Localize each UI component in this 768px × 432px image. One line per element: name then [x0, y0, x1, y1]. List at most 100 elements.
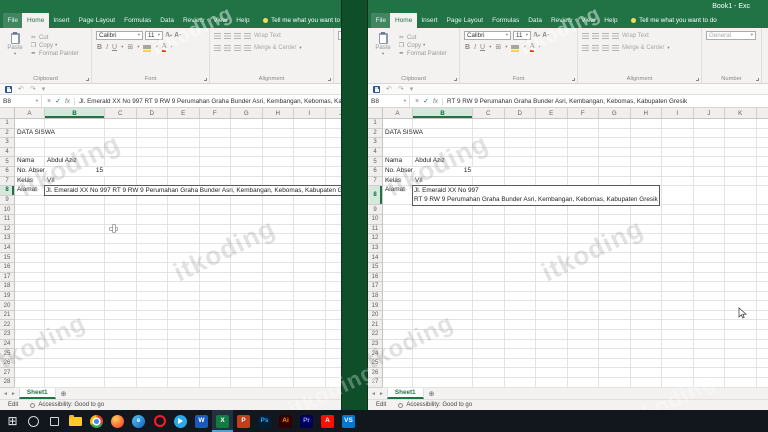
align-left-icon[interactable]	[214, 45, 221, 51]
row-header-2[interactable]: 2	[0, 129, 14, 139]
taskbar-button-illustrator[interactable]: Ai	[275, 410, 296, 432]
number-format-select[interactable]: General ▾	[338, 31, 341, 40]
align-top-icon[interactable]	[214, 33, 221, 39]
column-header-E[interactable]: E	[168, 108, 200, 118]
sheet-tab[interactable]: Sheet1	[18, 388, 56, 399]
row-header-21[interactable]: 21	[368, 320, 382, 331]
redo-icon[interactable]: ↷	[398, 86, 404, 93]
ribbon-tab-data[interactable]: Data	[156, 13, 179, 28]
row-header-14[interactable]: 14	[368, 253, 382, 263]
cell-A7[interactable]: Kelas	[15, 176, 33, 186]
row-header-7[interactable]: 7	[368, 177, 382, 187]
enter-icon[interactable]: ✓	[421, 97, 431, 105]
redo-icon[interactable]: ↷	[30, 86, 36, 93]
column-header-A[interactable]: A	[15, 108, 45, 118]
row-header-10[interactable]: 10	[0, 205, 14, 215]
taskbar-button-vscode[interactable]: VS	[338, 410, 359, 432]
column-header-G[interactable]: G	[599, 108, 631, 118]
row-header-19[interactable]: 19	[368, 301, 382, 311]
taskbar-button-powerpoint[interactable]: P	[233, 410, 254, 432]
taskbar-button-search[interactable]	[23, 410, 44, 432]
taskbar-button-task-view[interactable]	[44, 410, 65, 432]
ribbon-tab-view[interactable]: View	[577, 13, 600, 28]
copy-button[interactable]: ❐ Copy ▾	[398, 42, 447, 50]
ribbon-tab-insert[interactable]: Insert	[417, 13, 442, 28]
row-header-8[interactable]: 8	[0, 186, 14, 196]
wrap-text-label[interactable]: Wrap Text	[622, 33, 649, 39]
row-header-20[interactable]: 20	[368, 311, 382, 321]
row-header-18[interactable]: 18	[0, 282, 14, 292]
taskbar-button-start[interactable]: ⊞	[2, 410, 23, 432]
column-header-H[interactable]: H	[263, 108, 294, 118]
cell-A6[interactable]: No. Absen	[383, 167, 415, 176]
cell-B5[interactable]: Abdul Aziz	[45, 157, 77, 166]
row-header-16[interactable]: 16	[0, 263, 14, 273]
ribbon-tab-home[interactable]: Home	[390, 13, 417, 28]
ribbon-tab-review[interactable]: Review	[546, 13, 576, 28]
cell-B7[interactable]: VII	[413, 176, 423, 186]
row-header-27[interactable]: 27	[368, 378, 382, 388]
cell-A8[interactable]: Alamat	[15, 186, 37, 195]
row-header-15[interactable]: 15	[0, 253, 14, 263]
taskbar-button-premiere[interactable]: Pr	[296, 410, 317, 432]
cell-A2[interactable]: DATA SISWA	[15, 128, 55, 138]
row-header-11[interactable]: 11	[368, 225, 382, 235]
taskbar-button-telegram[interactable]	[170, 410, 191, 432]
cell-A5[interactable]: Nama	[15, 157, 35, 166]
taskbar-button-file-explorer[interactable]	[65, 410, 86, 432]
ribbon-tab-insert[interactable]: Insert	[49, 13, 74, 28]
sheet-nav-left-icon[interactable]: ◄	[3, 391, 8, 397]
row-header-23[interactable]: 23	[368, 340, 382, 350]
dialog-launcher-icon[interactable]	[756, 78, 759, 81]
row-header-8[interactable]: 8	[368, 186, 382, 206]
insert-function-icon[interactable]: fx	[431, 97, 444, 105]
align-right-icon[interactable]	[602, 45, 609, 51]
column-header-H[interactable]: H	[631, 108, 662, 118]
sheet-tab[interactable]: Sheet1	[386, 388, 424, 399]
column-header-A[interactable]: A	[383, 108, 413, 118]
font-size-select[interactable]: 11 ▾	[513, 31, 531, 40]
row-header-26[interactable]: 26	[0, 359, 14, 369]
cut-button[interactable]: ✂ Cut	[398, 34, 447, 42]
enter-icon[interactable]: ✓	[53, 97, 63, 105]
cell-A6[interactable]: No. Absen	[15, 167, 47, 176]
ribbon-tab-help[interactable]: Help	[600, 13, 622, 28]
formula-input[interactable]: Jl. Emerald XX No 997 RT 9 RW 9 Perumaha…	[75, 98, 341, 105]
cell-B6[interactable]: 15	[413, 167, 473, 176]
sheet-nav-left-icon[interactable]: ◄	[371, 391, 376, 397]
wrap-text-icon[interactable]	[244, 33, 251, 39]
taskbar-button-acrobat[interactable]: A	[317, 410, 338, 432]
ribbon-tab-file[interactable]: File	[3, 13, 23, 28]
copy-button[interactable]: ❐ Copy ▾	[30, 42, 79, 50]
cell-A8[interactable]: Alamat	[383, 186, 405, 195]
row-header-14[interactable]: 14	[0, 244, 14, 254]
qat-customize-icon[interactable]: ▾	[410, 86, 414, 93]
row-header-18[interactable]: 18	[368, 292, 382, 302]
row-header-27[interactable]: 27	[0, 368, 14, 379]
row-header-25[interactable]: 25	[0, 349, 14, 359]
ribbon-tab-data[interactable]: Data	[524, 13, 547, 28]
row-header-15[interactable]: 15	[368, 263, 382, 273]
underline-button[interactable]: U	[480, 44, 485, 52]
italic-button[interactable]: I	[474, 44, 476, 52]
select-all-corner[interactable]	[368, 108, 383, 118]
merge-center-icon[interactable]	[244, 45, 251, 51]
cell-edit-box[interactable]: Jl. Emerald XX No 997 RT 9 RW 9 Perumaha…	[44, 185, 341, 197]
row-header-13[interactable]: 13	[368, 244, 382, 254]
ribbon-tab-home[interactable]: Home	[22, 13, 49, 28]
row-header-2[interactable]: 2	[368, 129, 382, 139]
grid-main[interactable]: DATA SISWA Nama Abdul Aziz No. Absen 15 Kelas…	[15, 119, 341, 388]
cancel-icon[interactable]: ×	[42, 98, 53, 105]
cut-button[interactable]: ✂ Cut	[30, 34, 79, 42]
undo-icon[interactable]: ↶	[386, 86, 392, 93]
sheet-nav-right-icon[interactable]: ►	[379, 391, 384, 397]
ribbon-tab-file[interactable]: File	[371, 13, 391, 28]
underline-button[interactable]: U	[112, 44, 117, 52]
format-painter-button[interactable]: ✒ Format Painter	[30, 50, 79, 58]
row-header-28[interactable]: 28	[0, 378, 14, 388]
name-box[interactable]: B8 ▾	[368, 95, 410, 107]
merge-center-label[interactable]: Merge & Center	[622, 45, 664, 51]
row-header-5[interactable]: 5	[0, 157, 14, 167]
fill-color-icon[interactable]	[511, 43, 520, 52]
align-bottom-icon[interactable]	[234, 33, 241, 39]
